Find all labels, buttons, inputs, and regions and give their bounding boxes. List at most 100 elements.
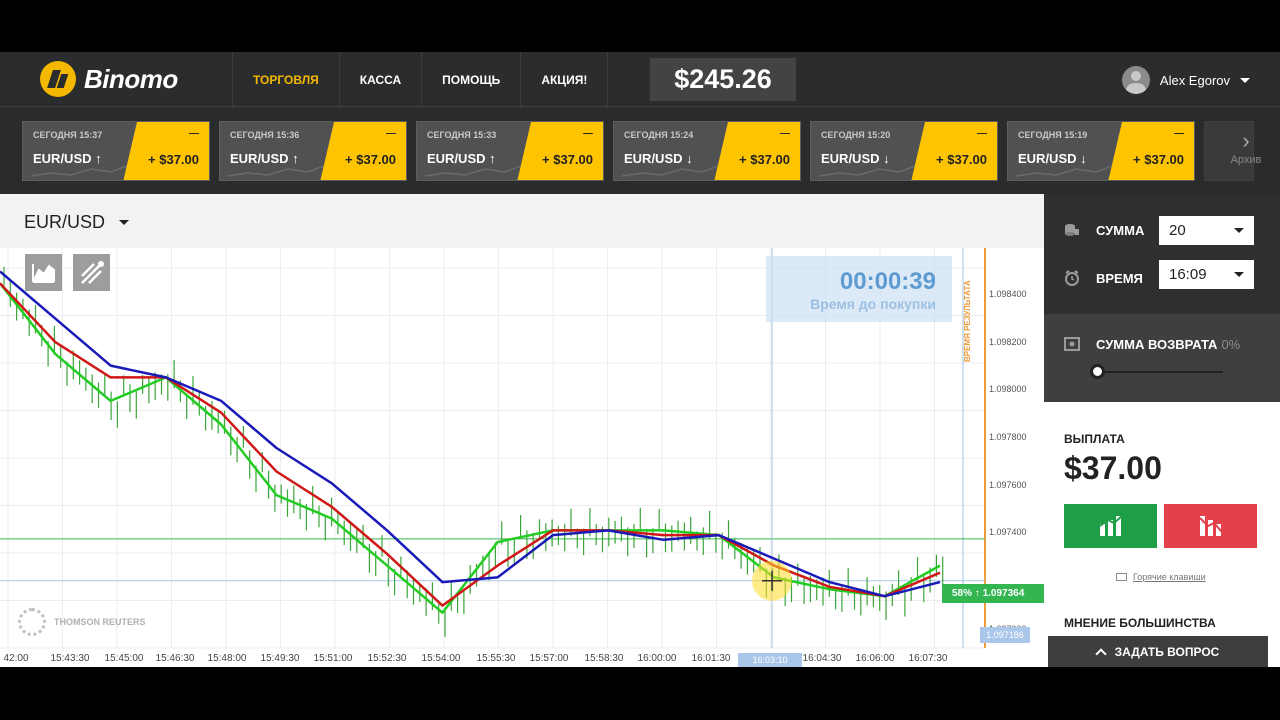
logo[interactable]: Binomo bbox=[40, 61, 178, 97]
x-tick-label: 15:48:00 bbox=[208, 653, 247, 664]
refund-slider-track[interactable] bbox=[1096, 371, 1223, 373]
timer-label: Время до покупки bbox=[810, 296, 936, 312]
current-price-tag: 58% ↑ 1.097364 bbox=[942, 584, 1044, 603]
trade-settings: СУММА 20 ВРЕМЯ 16:09 bbox=[1044, 194, 1280, 314]
x-tick-label: 15:54:00 bbox=[422, 653, 461, 664]
balance[interactable]: $245.26 bbox=[650, 58, 796, 101]
put-down-button[interactable] bbox=[1164, 504, 1257, 548]
refund-section: СУММА ВОЗВРАТА 0% bbox=[1044, 314, 1280, 402]
deal-amount: + $37.00 bbox=[542, 152, 593, 167]
deal-amount: + $37.00 bbox=[345, 152, 396, 167]
majority-opinion-label: МНЕНИЕ БОЛЬШИНСТВА bbox=[1064, 616, 1216, 630]
refund-value: 0% bbox=[1221, 336, 1241, 352]
deal-info: СЕГОДНЯ 15:20 EUR/USD ↓ bbox=[811, 122, 921, 180]
deal-card[interactable]: СЕГОДНЯ 15:36 EUR/USD ↑ — + $37.00 bbox=[219, 121, 407, 181]
deal-card[interactable]: СЕГОДНЯ 15:19 EUR/USD ↓ — + $37.00 bbox=[1007, 121, 1195, 181]
avatar bbox=[1121, 66, 1150, 94]
alarm-clock-icon bbox=[1065, 270, 1079, 286]
x-tick-label: 15:51:00 bbox=[314, 653, 353, 664]
user-name: Alex Egorov bbox=[1159, 72, 1230, 88]
deal-time: СЕГОДНЯ 15:20 bbox=[821, 130, 891, 140]
indicators-button[interactable] bbox=[73, 254, 110, 291]
chevron-down-icon bbox=[1234, 272, 1244, 277]
y-tick-label: 1.097400 bbox=[989, 527, 1027, 537]
deal-info: СЕГОДНЯ 15:33 EUR/USD ↑ bbox=[417, 122, 527, 180]
call-up-button[interactable] bbox=[1064, 504, 1157, 548]
amount-row: СУММА bbox=[1064, 222, 1144, 238]
trend-up-icon bbox=[1098, 515, 1123, 536]
deal-card[interactable]: СЕГОДНЯ 15:37 EUR/USD ↑ — + $37.00 bbox=[22, 121, 210, 181]
hotkeys-link[interactable]: Горячие клавиши bbox=[1116, 572, 1206, 582]
nav-cashier[interactable]: КАССА bbox=[338, 52, 421, 107]
deal-card[interactable]: СЕГОДНЯ 15:33 EUR/USD ↑ — + $37.00 bbox=[416, 121, 604, 181]
deal-time: СЕГОДНЯ 15:33 bbox=[427, 130, 497, 140]
cursor-time-tag: 16:03:10 bbox=[738, 653, 802, 667]
x-tick-label: 15:46:30 bbox=[156, 653, 195, 664]
safe-icon bbox=[1064, 337, 1080, 351]
ask-question-button[interactable]: ЗАДАТЬ ВОПРОС bbox=[1048, 636, 1268, 667]
deal-card[interactable]: СЕГОДНЯ 15:24 EUR/USD ↓ — + $37.00 bbox=[613, 121, 801, 181]
x-tick-label: 15:58:30 bbox=[585, 653, 624, 664]
app-frame: Binomo ТОРГОВЛЯ КАССА ПОМОЩЬ АКЦИЯ! $245… bbox=[0, 52, 1280, 667]
trade-panel: СУММА 20 ВРЕМЯ 16:09 СУММА ВОЗВРАТА 0% В… bbox=[1044, 194, 1280, 667]
indicator-icon bbox=[81, 261, 104, 284]
sparkline-icon bbox=[425, 165, 521, 177]
deal-dash: — bbox=[386, 128, 396, 139]
coins-icon bbox=[1065, 224, 1079, 236]
main-nav: ТОРГОВЛЯ КАССА ПОМОЩЬ АКЦИЯ! bbox=[232, 52, 609, 107]
nav-trading[interactable]: ТОРГОВЛЯ bbox=[232, 52, 339, 107]
x-tick-label: 16:00:00 bbox=[638, 653, 677, 664]
nav-help[interactable]: ПОМОЩЬ bbox=[421, 52, 520, 107]
deal-amount: + $37.00 bbox=[739, 152, 790, 167]
deal-info: СЕГОДНЯ 15:19 EUR/USD ↓ bbox=[1008, 122, 1118, 180]
archive-label: Архив bbox=[1230, 154, 1262, 166]
y-axis-area bbox=[985, 248, 1044, 667]
hotkeys-label: Горячие клавиши bbox=[1133, 572, 1206, 582]
top-bar: Binomo ТОРГОВЛЯ КАССА ПОМОЩЬ АКЦИЯ! $245… bbox=[0, 52, 1280, 107]
x-tick-label: 15:49:30 bbox=[261, 653, 300, 664]
nav-promo[interactable]: АКЦИЯ! bbox=[520, 52, 609, 107]
deal-result: — + $37.00 bbox=[911, 122, 997, 180]
sparkline-icon bbox=[31, 165, 127, 177]
x-tick-label: 15:43:30 bbox=[51, 653, 90, 664]
chevron-right-icon: › bbox=[1242, 128, 1250, 153]
x-tick-label: 16:06:00 bbox=[856, 653, 895, 664]
user-menu[interactable]: Alex Egorov bbox=[1121, 66, 1250, 94]
y-tick-label: 1.098400 bbox=[989, 289, 1027, 299]
logo-icon bbox=[40, 61, 76, 97]
deals-strip: СЕГОДНЯ 15:37 EUR/USD ↑ — + $37.00 СЕГОДНЯ 1… bbox=[0, 108, 1280, 194]
deal-dash: — bbox=[780, 128, 790, 139]
deal-time: СЕГОДНЯ 15:36 bbox=[230, 130, 300, 140]
refund-slider-handle[interactable] bbox=[1090, 364, 1105, 379]
x-tick-label: 15:55:30 bbox=[477, 653, 516, 664]
x-tick-label: 15:52:30 bbox=[368, 653, 407, 664]
logo-text: Binomo bbox=[84, 63, 178, 94]
purchase-timer: 00:00:39 Время до покупки bbox=[766, 256, 952, 322]
time-row: ВРЕМЯ bbox=[1064, 270, 1143, 286]
amount-label: СУММА bbox=[1096, 222, 1145, 238]
chevron-down-icon bbox=[1240, 77, 1250, 83]
asset-select[interactable]: EUR/USD bbox=[24, 212, 130, 233]
keyboard-icon bbox=[1116, 573, 1127, 581]
amount-select[interactable]: 20 bbox=[1159, 216, 1254, 245]
cursor-price-tag: 1.097186 bbox=[980, 627, 1030, 643]
timer-clock: 00:00:39 bbox=[839, 268, 936, 295]
deal-info: СЕГОДНЯ 15:37 EUR/USD ↑ bbox=[23, 122, 133, 180]
sparkline-icon bbox=[1016, 165, 1112, 177]
deal-result: — + $37.00 bbox=[123, 122, 209, 180]
deal-card[interactable]: СЕГОДНЯ 15:20 EUR/USD ↓ — + $37.00 bbox=[810, 121, 998, 181]
x-tick-label: 42:00 bbox=[3, 653, 28, 664]
deal-result: — + $37.00 bbox=[320, 122, 406, 180]
deal-amount: + $37.00 bbox=[936, 152, 987, 167]
archive-link[interactable]: › Архив bbox=[1226, 128, 1266, 166]
x-tick-label: 16:01:30 bbox=[692, 653, 731, 664]
sparkline-icon bbox=[622, 165, 718, 177]
deal-dash: — bbox=[583, 128, 593, 139]
time-select[interactable]: 16:09 bbox=[1159, 260, 1254, 289]
chevron-up-icon bbox=[1094, 648, 1107, 660]
deal-dash: — bbox=[977, 128, 987, 139]
sparkline-icon bbox=[819, 165, 915, 177]
deal-info: СЕГОДНЯ 15:24 EUR/USD ↓ bbox=[614, 122, 724, 180]
time-value: 16:09 bbox=[1169, 266, 1207, 283]
chart-type-button[interactable] bbox=[25, 254, 62, 291]
